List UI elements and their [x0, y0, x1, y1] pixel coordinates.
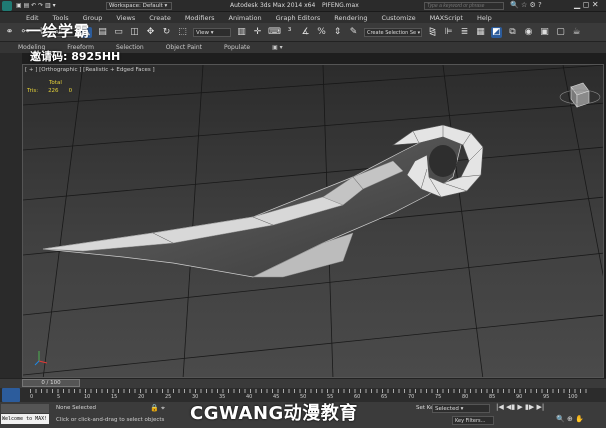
keyboard-shortcut-icon[interactable]: ⌨ — [268, 27, 281, 38]
left-side-bar — [0, 53, 22, 378]
tick-85: 85 — [489, 394, 496, 400]
menu-modifiers[interactable]: Modifiers — [185, 14, 215, 22]
menu-customize[interactable]: Customize — [381, 14, 415, 22]
tab-populate[interactable]: Populate — [224, 44, 250, 51]
mirror-icon[interactable]: ⧎ — [427, 27, 438, 38]
angle-snap-icon[interactable]: ∡ — [300, 27, 311, 38]
menu-rendering[interactable]: Rendering — [334, 14, 367, 22]
stats-tris-value: 226 — [48, 88, 59, 94]
layer-manager-icon[interactable]: ≣ — [459, 27, 470, 38]
menu-help[interactable]: Help — [477, 14, 492, 22]
named-selection-sets-dropdown[interactable]: Create Selection Se ▾ — [364, 27, 422, 37]
ribbon-toggle-icon[interactable]: ▣ ▾ — [272, 44, 283, 51]
cgwang-logo-overlay: CGWANG动漫教育 — [190, 403, 358, 424]
file-name: PIFENG.max — [322, 2, 359, 9]
pivot-icon[interactable]: ▥ — [236, 27, 247, 38]
tick-0: 0 — [30, 394, 34, 400]
app-title: Autodesk 3ds Max 2014 x64 — [230, 2, 316, 9]
render-setup-icon[interactable]: ▣ — [539, 27, 550, 38]
window-crossing-icon[interactable]: ◫ — [129, 27, 140, 38]
schematic-view-icon[interactable]: ⧉ — [507, 27, 518, 38]
tick-10: 10 — [84, 394, 91, 400]
align-icon[interactable]: ⊫ — [443, 27, 454, 38]
move-icon[interactable]: ✥ — [145, 27, 156, 38]
title-icons[interactable]: 🔍 ☆ ⚙ ? — [510, 1, 542, 9]
stats-total-label: Total — [49, 80, 62, 86]
snaps-toggle-icon[interactable]: ³ — [284, 27, 295, 38]
statistics-overlay: Total Tris: 226 0 — [27, 79, 72, 95]
render-production-icon[interactable]: ☕ — [571, 27, 582, 38]
main-toolbar: ⚭ ⚯ ⌇ All ▾ ▲ ▤ ▭ ◫ ✥ ↻ ⬚ View ▾ ▥ ✛ ⌨ ³… — [0, 23, 606, 42]
app-logo-icon[interactable] — [2, 1, 12, 11]
spinner-snap-icon[interactable]: ⇕ — [332, 27, 343, 38]
tick-15: 15 — [111, 394, 118, 400]
search-input[interactable] — [424, 2, 504, 10]
stats-tris-label: Tris: — [27, 88, 39, 94]
workspace-dropdown[interactable]: Workspace: Default ▾ — [106, 2, 172, 10]
menu-graph-editors[interactable]: Graph Editors — [276, 14, 321, 22]
watermark-brand: 一绘学霸 — [26, 22, 91, 40]
viewport-canvas[interactable] — [23, 65, 604, 378]
tick-90: 90 — [516, 394, 523, 400]
tab-object-paint[interactable]: Object Paint — [166, 44, 202, 51]
watermark-invite-code: 邀请码: 8925HH — [30, 50, 121, 63]
time-slider[interactable]: 0 / 100 — [22, 379, 80, 387]
curve-editor-icon[interactable]: ◩ — [491, 26, 502, 38]
graphite-toggle-icon[interactable]: ▦ — [475, 27, 486, 38]
tick-25: 25 — [165, 394, 172, 400]
menu-bar: Edit Tools Group Views Create Modifiers … — [0, 12, 606, 23]
quick-access-icons[interactable]: ▣ ▤ ↶ ↷ ▥ ▾ — [16, 2, 56, 9]
menu-views[interactable]: Views — [116, 14, 135, 22]
window-controls[interactable]: ▁ ◻ ✕ — [574, 0, 599, 9]
menu-animation[interactable]: Animation — [229, 14, 262, 22]
playback-controls[interactable]: |◀ ◀▮ ▶ ▮▶ ▶| — [496, 403, 544, 411]
key-mode-dropdown[interactable]: Selected ▾ — [432, 404, 490, 413]
tick-20: 20 — [138, 394, 145, 400]
tick-70: 70 — [408, 394, 415, 400]
axis-tripod-icon — [34, 351, 48, 366]
trackbar-toggle-icon[interactable] — [2, 388, 20, 402]
tick-100: 100 — [568, 394, 578, 400]
select-manipulate-icon[interactable]: ✛ — [252, 27, 263, 38]
swoosh-mesh[interactable] — [42, 124, 484, 278]
selection-region-icon[interactable]: ▭ — [113, 27, 124, 38]
maxscript-mini-listener[interactable]: Welcome to MAX! — [1, 414, 49, 424]
link-icon[interactable]: ⚭ — [4, 27, 15, 38]
maxscript-listener-mini[interactable] — [1, 404, 49, 413]
rotate-icon[interactable]: ↻ — [161, 27, 172, 38]
menu-maxscript[interactable]: MAXScript — [430, 14, 463, 22]
viewport[interactable]: [ + ] [Orthographic ] [Realistic + Edged… — [22, 64, 604, 378]
selection-status: None Selected — [56, 405, 96, 411]
tick-95: 95 — [543, 394, 550, 400]
tick-65: 65 — [381, 394, 388, 400]
title-bar: ▣ ▤ ↶ ↷ ▥ ▾ Workspace: Default ▾ Autodes… — [0, 0, 606, 12]
percent-snap-icon[interactable]: % — [316, 27, 327, 38]
rendered-frame-icon[interactable]: ▢ — [555, 27, 566, 38]
viewport-label[interactable]: [ + ] [Orthographic ] [Realistic + Edged… — [25, 67, 155, 73]
key-filters-button[interactable]: Key Filters... — [452, 416, 494, 425]
scale-icon[interactable]: ⬚ — [177, 27, 188, 38]
tick-5: 5 — [57, 394, 61, 400]
stats-tris-value-2: 0 — [68, 88, 73, 94]
edit-named-selections-icon[interactable]: ✎ — [348, 27, 359, 38]
viewport-nav-icons[interactable]: 🔍 ⊕ ✋ — [556, 415, 584, 423]
tick-80: 80 — [462, 394, 469, 400]
status-tools-icons[interactable]: 🔒 ⌖ — [150, 404, 165, 413]
time-slider-track[interactable] — [0, 378, 606, 388]
material-editor-icon[interactable]: ◉ — [523, 27, 534, 38]
prompt-line: Click or click-and-drag to select object… — [56, 417, 165, 423]
reference-coordinate-dropdown[interactable]: View ▾ — [193, 27, 231, 37]
select-by-name-icon[interactable]: ▤ — [97, 27, 108, 38]
menu-create[interactable]: Create — [149, 14, 171, 22]
tick-75: 75 — [435, 394, 442, 400]
viewcube-icon[interactable] — [559, 82, 601, 108]
